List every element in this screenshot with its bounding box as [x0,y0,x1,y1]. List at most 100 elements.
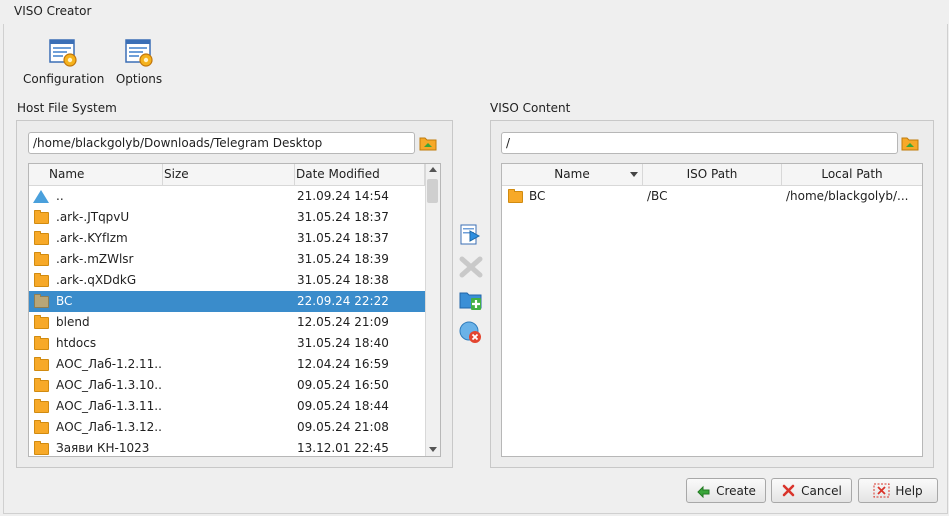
viso-content-list[interactable]: Name ISO Path Local Path BC /BC /home/bl… [501,163,923,457]
table-row[interactable]: BC 22.09.24 22:22 [29,291,425,312]
cancel-icon [782,484,795,497]
row-date-modified: 31.05.24 18:37 [297,210,389,224]
host-path-input[interactable]: /home/blackgolyb/Downloads/Telegram Desk… [28,132,415,154]
viso-list-header: Name ISO Path Local Path [502,164,922,186]
row-date-modified: 22.09.24 22:22 [297,294,389,308]
viso-row-name: BC [529,189,546,203]
row-date-modified: 09.05.24 16:50 [297,378,389,392]
create-icon [697,485,710,498]
host-browse-icon[interactable] [419,134,437,152]
scroll-down-icon[interactable] [429,447,437,452]
row-name: АОС_Лаб-1.3.12... [56,420,161,434]
row-date-modified: 31.05.24 18:37 [297,231,389,245]
create-button[interactable]: Create [686,478,766,503]
create-label: Create [716,483,756,498]
row-date-modified: 09.05.24 21:08 [297,420,389,434]
row-name: АОС_Лаб-1.3.11... [56,399,161,413]
options-icon [124,38,154,68]
table-row[interactable]: АОС_Лаб-1.3.10... 09.05.24 16:50 [29,375,425,396]
column-viso-name-label: Name [554,167,590,181]
row-name: .ark-.mZWlsr [56,252,134,266]
column-iso-path[interactable]: ISO Path [643,164,782,185]
configuration-icon [48,38,78,68]
up-arrow-icon [33,190,49,203]
row-name: BC [56,294,73,308]
folder-icon [34,357,49,371]
row-date-modified: 09.05.24 18:44 [297,399,389,413]
table-row[interactable]: .ark-.JTqpvU 31.05.24 18:37 [29,207,425,228]
viso-path-input[interactable]: / [501,132,898,154]
folder-icon [34,231,49,245]
row-name: АОС_Лаб-1.3.10... [56,378,161,392]
table-row[interactable]: Заяви КН-1023 13.12.01 22:45 [29,438,425,456]
row-name: .ark-.qXDdkG [56,273,137,287]
table-row[interactable]: АОС_Лаб-1.3.11... 09.05.24 18:44 [29,396,425,417]
folder-icon [34,273,49,287]
viso-row[interactable]: BC /BC /home/blackgolyb/... [502,186,922,207]
row-name: blend [56,315,90,329]
viso-section-label: VISO Content [490,101,571,115]
row-date-modified: 21.09.24 14:54 [297,189,389,203]
window-title: VISO Creator [14,4,92,18]
row-date-modified: 31.05.24 18:40 [297,336,389,350]
cancel-label: Cancel [801,483,842,498]
cancel-button[interactable]: Cancel [771,478,852,503]
column-name[interactable]: Name [29,164,163,185]
row-name: .ark-.KYfIzm [56,231,128,245]
row-date-modified: 31.05.24 18:38 [297,273,389,287]
table-row[interactable]: АОС_Лаб-1.3.12... 09.05.24 21:08 [29,417,425,438]
row-name: АОС_Лаб-1.2.11... [56,357,161,371]
folder-icon [34,441,49,455]
viso-row-iso-path: /BC [647,189,668,203]
scroll-up-icon[interactable] [429,167,437,172]
viso-browse-icon[interactable] [901,134,919,152]
folder-icon [34,210,49,224]
sort-desc-icon [630,172,638,177]
row-name: Заяви КН-1023 [56,441,150,455]
host-list-header: Name Size Date Modified [29,164,440,186]
row-name: .ark-.JTqpvU [56,210,130,224]
table-row[interactable]: .ark-.KYfIzm 31.05.24 18:37 [29,228,425,249]
help-icon [873,483,890,498]
title-bar: VISO Creator [0,0,949,24]
add-to-viso-icon[interactable] [458,223,484,247]
row-name: htdocs [56,336,97,350]
options-label: Options [115,72,163,86]
scroll-thumb[interactable] [427,179,438,203]
help-button[interactable]: Help [858,478,938,503]
help-label: Help [895,483,923,498]
table-row[interactable]: .. 21.09.24 14:54 [29,186,425,207]
row-date-modified: 12.05.24 21:09 [297,315,389,329]
folder-icon [34,315,49,329]
row-date-modified: 13.12.01 22:45 [297,441,389,455]
column-date-modified[interactable]: Date Modified [295,164,425,185]
column-viso-name[interactable]: Name [502,164,643,185]
folder-icon [34,399,49,413]
row-date-modified: 31.05.24 18:39 [297,252,389,266]
folder-icon [34,336,49,350]
folder-icon [34,294,49,308]
host-section-label: Host File System [17,101,117,115]
table-row[interactable]: .ark-.mZWlsr 31.05.24 18:39 [29,249,425,270]
folder-icon [34,378,49,392]
configuration-label: Configuration [23,72,105,86]
folder-icon [34,252,49,266]
host-file-list[interactable]: Name Size Date Modified .. 21.09.24 14:54… [28,163,441,457]
create-folder-icon[interactable] [458,287,484,313]
remove-icon[interactable] [458,255,484,279]
table-row[interactable]: АОС_Лаб-1.2.11... 12.04.24 16:59 [29,354,425,375]
host-scrollbar[interactable] [425,164,440,456]
folder-icon [508,189,523,203]
table-row[interactable]: htdocs 31.05.24 18:40 [29,333,425,354]
column-size[interactable]: Size [163,164,295,185]
options-button[interactable]: Options [99,38,179,86]
host-rows: .. 21.09.24 14:54 .ark-.JTqpvU 31.05.24 18:… [29,186,425,456]
column-local-path[interactable]: Local Path [782,164,922,185]
table-row[interactable]: .ark-.qXDdkG 31.05.24 18:38 [29,270,425,291]
table-row[interactable]: blend 12.05.24 21:09 [29,312,425,333]
configuration-button[interactable]: Configuration [23,38,105,86]
folder-icon [34,420,49,434]
row-date-modified: 12.04.24 16:59 [297,357,389,371]
reset-icon[interactable] [458,320,484,346]
viso-row-local-path: /home/blackgolyb/... [786,189,909,203]
